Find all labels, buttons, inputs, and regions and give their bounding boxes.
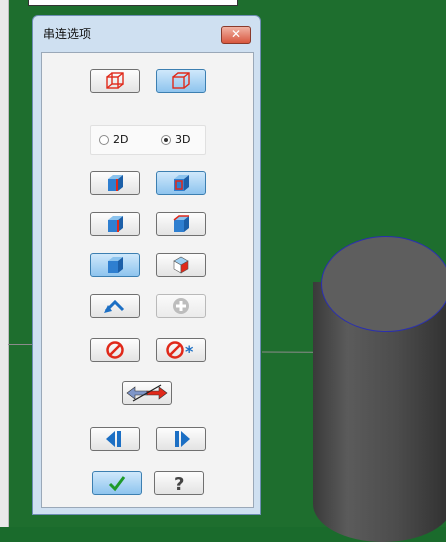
- help-icon: ?: [174, 474, 184, 494]
- face-cube-icon: [108, 175, 123, 191]
- cancel-all-button[interactable]: *: [156, 338, 206, 362]
- svg-text:?: ?: [174, 474, 184, 494]
- solid-face-button[interactable]: [90, 253, 140, 277]
- face-left-button[interactable]: [90, 171, 140, 195]
- wireframe-cube-icon: [106, 72, 124, 89]
- axis-line-left: [8, 344, 32, 345]
- add-button[interactable]: [156, 294, 206, 318]
- solid-mode-button[interactable]: [156, 69, 206, 93]
- svg-text:*: *: [185, 342, 194, 360]
- help-button[interactable]: ?: [154, 471, 204, 495]
- face-loop-button[interactable]: [156, 212, 206, 236]
- dialog-titlebar[interactable]: 串连选项 ✕: [33, 16, 260, 46]
- left-toolbar-edge: [0, 0, 9, 527]
- radio-3d-dot[interactable]: [161, 134, 171, 145]
- checkmark-icon: [108, 476, 126, 492]
- cancel-chain-button[interactable]: [90, 338, 140, 362]
- face-cube-icon: [173, 215, 189, 232]
- solid-cube-icon: [172, 72, 190, 89]
- prohibit-icon: [106, 341, 124, 359]
- previous-button[interactable]: [90, 427, 140, 451]
- radio-2d-dot[interactable]: [99, 134, 109, 145]
- face-cube-icon: [108, 257, 123, 273]
- radio-3d[interactable]: 3D: [161, 133, 190, 146]
- ok-button[interactable]: [92, 471, 142, 495]
- close-button[interactable]: ✕: [221, 26, 251, 44]
- next-button[interactable]: [156, 427, 206, 451]
- prev-icon: [106, 431, 121, 447]
- face-right-button[interactable]: [156, 171, 206, 195]
- cylinder-top-face: [321, 236, 446, 332]
- undo-arrow-icon: [104, 299, 125, 313]
- options-panel: 2D 3D * ?: [41, 52, 254, 508]
- next-icon: [175, 431, 190, 447]
- reverse-button[interactable]: [122, 381, 172, 405]
- multi-face-button[interactable]: [156, 253, 206, 277]
- reverse-arrow-icon: [126, 384, 168, 402]
- radio-2d-label: 2D: [113, 133, 129, 146]
- plus-circle-icon: [173, 298, 189, 314]
- multi-face-cube-icon: [173, 256, 189, 274]
- face-cube-icon: [174, 175, 189, 191]
- face-cube-icon: [108, 216, 123, 232]
- face-edge-button[interactable]: [90, 212, 140, 236]
- undo-button[interactable]: [90, 294, 140, 318]
- radio-3d-label: 3D: [175, 133, 191, 146]
- chain-options-dialog: 串连选项 ✕ 2D 3D * ?: [32, 15, 261, 515]
- wireframe-mode-button[interactable]: [90, 69, 140, 93]
- dialog-title: 串连选项: [43, 27, 92, 41]
- radio-2d[interactable]: 2D: [99, 133, 128, 146]
- dimension-radio-group: 2D 3D: [90, 125, 206, 155]
- prohibit-star-icon: *: [166, 341, 194, 360]
- top-window-edge: [28, 0, 238, 6]
